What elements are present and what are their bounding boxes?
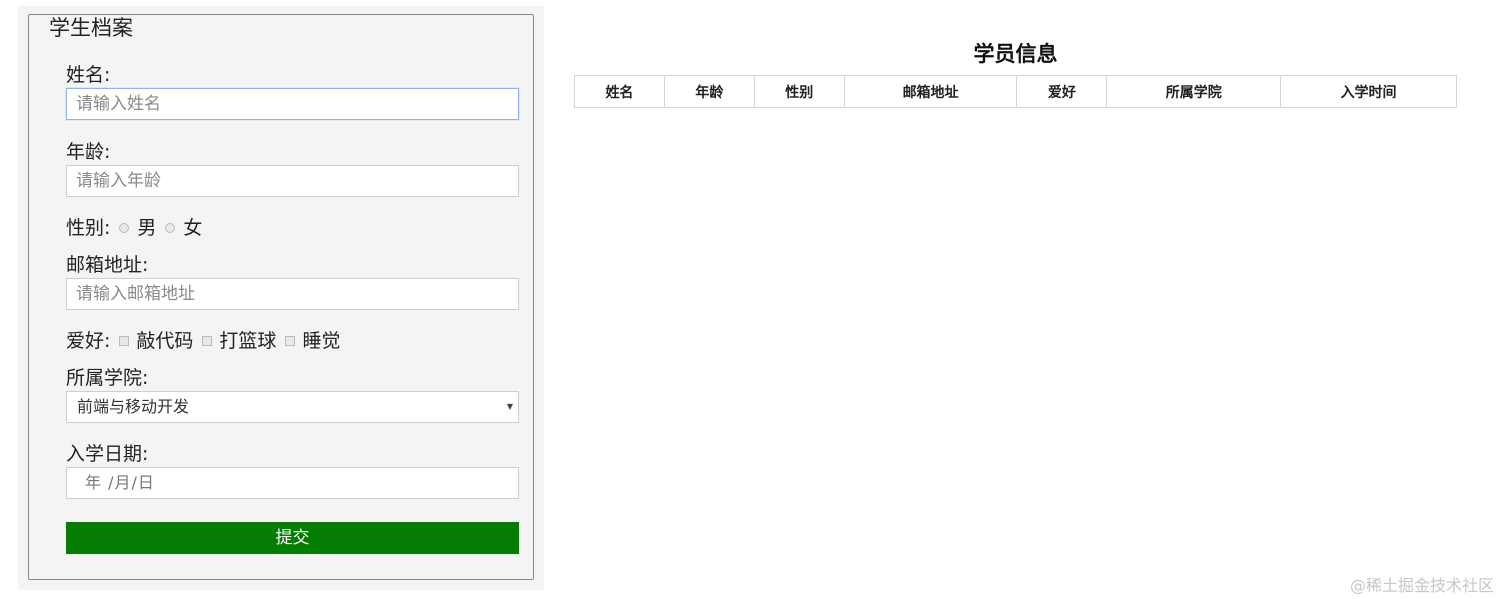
gender-radio-female[interactable] bbox=[165, 223, 176, 233]
header-hobby: 爱好 bbox=[1016, 75, 1108, 108]
header-age: 年龄 bbox=[663, 75, 755, 108]
hobby-row: 爱好: 敲代码 打篮球 睡觉 bbox=[66, 329, 340, 353]
name-label: 姓名: bbox=[66, 64, 111, 86]
age-label: 年龄: bbox=[66, 141, 111, 163]
student-info-table: 姓名 年龄 性别 邮箱地址 爱好 所属学院 入学时间 bbox=[574, 75, 1457, 108]
hobby-checkbox-sleep[interactable] bbox=[285, 336, 296, 346]
college-selected-value: 前端与移动开发 bbox=[77, 397, 190, 416]
fieldset-legend: 学生档案 bbox=[47, 15, 135, 41]
header-college: 所属学院 bbox=[1106, 75, 1282, 108]
submit-button[interactable]: 提交 bbox=[66, 522, 519, 554]
student-archive-fieldset: 学生档案 姓名: 年龄: 性别: 男 女 邮箱地址: 爱好: 敲代码 打篮球 bbox=[28, 14, 534, 580]
page: 学生档案 姓名: 年龄: 性别: 男 女 邮箱地址: 爱好: 敲代码 打篮球 bbox=[0, 0, 1500, 599]
hobby-checkbox-basketball[interactable] bbox=[202, 336, 213, 346]
date-placeholder: 年 /月/日 bbox=[85, 473, 155, 492]
dropdown-arrow-icon: ▼ bbox=[506, 402, 513, 411]
hobby-option-coding[interactable]: 敲代码 bbox=[136, 329, 193, 353]
header-email: 邮箱地址 bbox=[843, 75, 1018, 108]
table-header-row: 姓名 年龄 性别 邮箱地址 爱好 所属学院 入学时间 bbox=[574, 75, 1457, 108]
college-label: 所属学院: bbox=[66, 367, 149, 389]
table-title: 学员信息 bbox=[973, 42, 1058, 66]
hobby-label: 爱好: bbox=[66, 330, 111, 352]
hobby-option-sleep[interactable]: 睡觉 bbox=[302, 329, 340, 353]
college-select[interactable]: 前端与移动开发 ▼ bbox=[66, 391, 519, 423]
gender-radio-male[interactable] bbox=[119, 223, 130, 233]
name-input[interactable] bbox=[66, 88, 519, 120]
hobby-option-basketball[interactable]: 打篮球 bbox=[219, 329, 276, 353]
gender-option-male[interactable]: 男 bbox=[137, 216, 156, 240]
gender-label: 性别: bbox=[66, 217, 111, 239]
email-label: 邮箱地址: bbox=[66, 254, 149, 276]
date-label: 入学日期: bbox=[66, 443, 149, 465]
header-enroll-time: 入学时间 bbox=[1280, 75, 1457, 108]
header-name: 姓名 bbox=[574, 75, 665, 108]
gender-row: 性别: 男 女 bbox=[66, 216, 202, 240]
hobby-checkbox-coding[interactable] bbox=[119, 336, 130, 346]
email-input[interactable] bbox=[66, 278, 519, 310]
student-form-panel: 学生档案 姓名: 年龄: 性别: 男 女 邮箱地址: 爱好: 敲代码 打篮球 bbox=[18, 6, 544, 590]
header-gender: 性别 bbox=[753, 75, 845, 108]
age-input[interactable] bbox=[66, 165, 519, 197]
enroll-date-input[interactable]: 年 /月/日 bbox=[66, 467, 519, 499]
watermark: @稀土掘金技术社区 bbox=[1349, 576, 1494, 595]
gender-option-female[interactable]: 女 bbox=[183, 216, 202, 240]
